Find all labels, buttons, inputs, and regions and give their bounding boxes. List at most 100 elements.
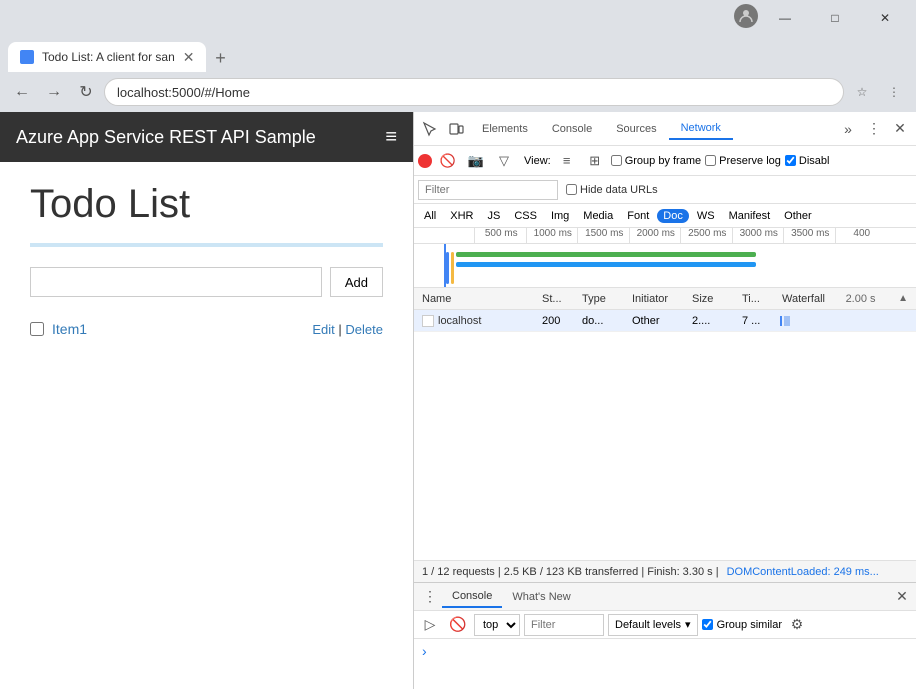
type-filter-media[interactable]: Media: [577, 209, 619, 223]
console-close-button[interactable]: ✕: [892, 587, 912, 607]
waterfall-time: 2.00 s: [846, 293, 876, 305]
th-initiator[interactable]: Initiator: [628, 293, 688, 305]
hide-data-urls-checkbox[interactable]: [566, 184, 577, 195]
th-time[interactable]: Ti...: [738, 293, 778, 305]
tab-favicon: [20, 50, 34, 64]
todo-actions: Edit | Delete: [312, 322, 383, 337]
clear-network-button[interactable]: 🚫: [436, 149, 460, 173]
delete-link[interactable]: Delete: [345, 322, 383, 337]
type-filter-font[interactable]: Font: [621, 209, 655, 223]
console-prompt-arrow[interactable]: ›: [422, 643, 427, 659]
tab-network[interactable]: Network: [669, 118, 733, 140]
record-button[interactable]: [418, 154, 432, 168]
disable-cache-checkbox[interactable]: [785, 155, 796, 166]
todo-input[interactable]: [30, 267, 322, 297]
add-button[interactable]: Add: [330, 267, 383, 297]
main-area: Azure App Service REST API Sample ≡ Todo…: [0, 112, 916, 689]
preserve-log-checkbox[interactable]: [705, 155, 716, 166]
type-filter-img[interactable]: Img: [545, 209, 575, 223]
network-status-bar: 1 / 12 requests | 2.5 KB / 123 KB transf…: [414, 560, 916, 582]
status-text: 1 / 12 requests | 2.5 KB / 123 KB transf…: [422, 566, 719, 578]
tab-title: Todo List: A client for san: [42, 50, 175, 64]
type-filter-other[interactable]: Other: [778, 209, 818, 223]
devtools-close-button[interactable]: ✕: [888, 117, 912, 141]
type-filter-manifest[interactable]: Manifest: [723, 209, 777, 223]
webpage: Azure App Service REST API Sample ≡ Todo…: [0, 112, 413, 689]
table-row[interactable]: localhost 200 do... Other 2.... 7 ...: [414, 310, 916, 332]
preserve-log-label[interactable]: Preserve log: [705, 155, 781, 167]
minimize-button[interactable]: —: [762, 4, 808, 32]
levels-chevron-icon: ▾: [685, 618, 691, 631]
todo-text[interactable]: Item1: [52, 321, 87, 337]
console-more-icon[interactable]: ⋮: [418, 585, 442, 609]
disable-cache-label[interactable]: Disabl: [785, 155, 830, 167]
timeline-bar-1: [446, 252, 449, 284]
console-clear-icon[interactable]: 🚫: [446, 613, 470, 637]
devtools-settings-icon[interactable]: ⋮: [862, 117, 886, 141]
filter-bar: Hide data URLs: [414, 176, 916, 204]
console-tab-whatsnew[interactable]: What's New: [502, 587, 580, 607]
timeline-mark-1500: 1500 ms: [577, 228, 629, 243]
console-execute-icon[interactable]: ▷: [418, 613, 442, 637]
group-by-frame-checkbox[interactable]: [611, 155, 622, 166]
inspect-element-button[interactable]: [418, 117, 442, 141]
group-similar-label[interactable]: Group similar: [702, 619, 782, 631]
page-content: Todo List Add Item1 Edit | Delete: [0, 162, 413, 689]
console-levels-button[interactable]: Default levels ▾: [608, 614, 698, 636]
td-size: 2....: [688, 315, 738, 327]
type-filter-ws[interactable]: WS: [691, 209, 721, 223]
console-area: ⋮ Console What's New ✕ ▷ 🚫 top Default l…: [414, 582, 916, 689]
reload-button[interactable]: ↻: [72, 78, 100, 106]
maximize-button[interactable]: □: [812, 4, 858, 32]
console-tab-active[interactable]: Console: [442, 586, 502, 608]
camera-button[interactable]: 📷: [464, 149, 488, 173]
devtools-panel: Elements Console Sources Network » ⋮ ✕ 🚫…: [413, 112, 916, 689]
timeline-mark-1000: 1000 ms: [526, 228, 578, 243]
tab-elements[interactable]: Elements: [470, 119, 540, 139]
hamburger-icon[interactable]: ≡: [385, 126, 397, 149]
devtools-main-toolbar: Elements Console Sources Network » ⋮ ✕: [414, 112, 916, 146]
type-filter-js[interactable]: JS: [481, 209, 506, 223]
filter-input[interactable]: [418, 180, 558, 200]
profile-icon[interactable]: [734, 4, 758, 28]
filter-network-button[interactable]: ▽: [492, 149, 516, 173]
device-toolbar-button[interactable]: [444, 117, 468, 141]
type-filter-css[interactable]: CSS: [508, 209, 543, 223]
type-filter-xhr[interactable]: XHR: [444, 209, 479, 223]
type-filter-doc[interactable]: Doc: [657, 209, 689, 223]
address-input[interactable]: [104, 78, 844, 106]
tab-console[interactable]: Console: [540, 119, 604, 139]
console-context-select[interactable]: top: [474, 614, 520, 636]
view-group-icon[interactable]: ⊞: [583, 149, 607, 173]
close-button[interactable]: ✕: [862, 4, 908, 32]
todo-checkbox[interactable]: [30, 322, 44, 336]
th-waterfall[interactable]: Waterfall 2.00 s ▲: [778, 293, 912, 305]
tab-sources[interactable]: Sources: [604, 119, 668, 139]
dom-content-loaded-link[interactable]: DOMContentLoaded: 249 ms...: [727, 566, 879, 578]
group-by-frame-label[interactable]: Group by frame: [611, 155, 701, 167]
group-similar-checkbox[interactable]: [702, 619, 713, 630]
timeline-mark-500: 500 ms: [474, 228, 526, 243]
th-size[interactable]: Size: [688, 293, 738, 305]
hide-data-urls-label[interactable]: Hide data URLs: [566, 184, 658, 196]
bookmark-icon[interactable]: ☆: [848, 78, 876, 106]
waterfall-bar-colored: [784, 316, 790, 326]
browser-tab-active[interactable]: Todo List: A client for san ✕: [8, 42, 206, 72]
th-status[interactable]: St...: [538, 293, 578, 305]
tab-close-icon[interactable]: ✕: [183, 49, 195, 66]
browser-menu-icon[interactable]: ⋮: [880, 78, 908, 106]
type-filter-all[interactable]: All: [418, 209, 442, 223]
console-filter-input[interactable]: [524, 614, 604, 636]
edit-link[interactable]: Edit: [312, 322, 334, 337]
th-name[interactable]: Name: [418, 293, 538, 305]
view-list-icon[interactable]: ≡: [555, 149, 579, 173]
devtools-more-tabs-icon[interactable]: »: [836, 117, 860, 141]
network-toolbar: 🚫 📷 ▽ View: ≡ ⊞ Group by frame Preserve …: [414, 146, 916, 176]
th-type[interactable]: Type: [578, 293, 628, 305]
timeline-mark-3000: 3000 ms: [732, 228, 784, 243]
blue-bar: [30, 243, 383, 247]
console-settings-icon[interactable]: ⚙: [786, 614, 808, 636]
new-tab-button[interactable]: +: [206, 44, 234, 72]
forward-button[interactable]: →: [40, 78, 68, 106]
back-button[interactable]: ←: [8, 78, 36, 106]
